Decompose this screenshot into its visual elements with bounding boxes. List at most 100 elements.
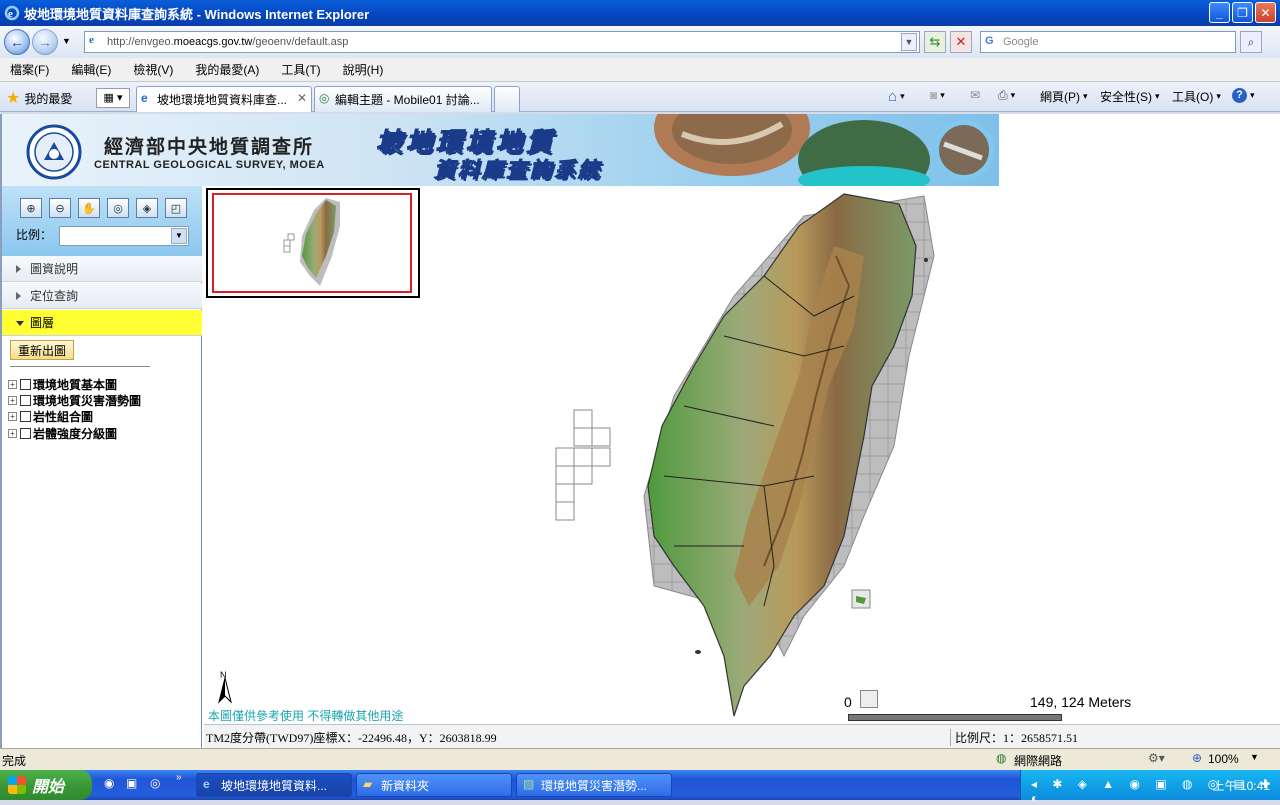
panel-locate[interactable]: 定位查詢	[2, 283, 202, 309]
menu-help[interactable]: 說明(H)	[343, 61, 384, 78]
history-dropdown-icon[interactable]: ▼	[62, 36, 71, 46]
agency-seal-icon	[26, 124, 82, 180]
help-button[interactable]: ? ▾	[1232, 88, 1255, 103]
panel-label: 圖資說明	[30, 262, 79, 276]
tab-label: 坡地環境地質資料庫查...	[157, 93, 288, 107]
menu-file[interactable]: 檔案(F)	[10, 61, 49, 78]
agency-name-en: CENTRAL GEOLOGICAL SURVEY, MOEA	[94, 159, 325, 171]
close-window-button[interactable]: ✕	[1255, 2, 1276, 23]
restore-button[interactable]: ❐	[1232, 2, 1253, 23]
start-button[interactable]: 開始	[0, 770, 92, 800]
tab-envgeo[interactable]: e 坡地環境地質資料庫查... ✕	[136, 86, 312, 112]
image-viewer-icon: ▨	[523, 777, 535, 791]
search-box[interactable]: G Google	[980, 31, 1236, 53]
home-button[interactable]: ⌂ ▾	[888, 88, 905, 105]
layer-item[interactable]: + 環境地質災害潛勢圖	[8, 392, 141, 408]
scale-readout: 比例尺：1：2658571.51	[950, 729, 1078, 746]
pan-button[interactable]: ✋	[78, 198, 100, 218]
quicklaunch-save-icon[interactable]: ▣	[126, 776, 137, 790]
protected-mode-icon[interactable]: ⚙▾	[1148, 751, 1165, 765]
expand-icon[interactable]: +	[8, 411, 17, 421]
tab-close-icon[interactable]: ✕	[297, 91, 307, 105]
menu-bar: 檔案(F) 編輯(E) 檢視(V) 我的最愛(A) 工具(T) 說明(H)	[0, 58, 1280, 82]
redraw-button[interactable]: 重新出圖	[10, 340, 74, 360]
quick-tabs-button[interactable]: ▦ ▾	[96, 88, 130, 108]
menu-edit[interactable]: 編輯(E)	[71, 61, 111, 78]
refresh-button[interactable]: ⇆	[924, 31, 946, 53]
expand-icon[interactable]: +	[8, 379, 17, 389]
browser-status-bar: 完成 ◍ 網際網路 ⚙▾ ⊕ 100% ▼	[0, 748, 1280, 770]
new-tab-button[interactable]	[494, 86, 520, 112]
clear-button[interactable]: ◰	[165, 198, 187, 218]
expand-icon[interactable]: +	[8, 395, 17, 405]
window-title-bar: e 坡地環境地質資料庫查詢系統 - Windows Internet Explo…	[0, 0, 1280, 26]
forward-button[interactable]: →	[32, 29, 58, 55]
quicklaunch-expand-icon[interactable]: »	[176, 772, 182, 783]
scale-select[interactable]: ▼	[59, 226, 189, 246]
address-bar[interactable]: e http://envgeo. moeacgs.gov.tw/geoenv/de…	[84, 31, 920, 53]
address-dropdown-icon[interactable]: ▼	[901, 33, 917, 51]
menu-tools[interactable]: 工具(T)	[281, 61, 320, 78]
layer-checkbox[interactable]	[20, 410, 31, 422]
coordinate-readout: TM2度分帶(TWD97)座標X：-22496.48，Y：2603818.99	[206, 731, 497, 745]
quicklaunch-media-icon[interactable]: ◎	[150, 776, 160, 790]
stop-button[interactable]: ✕	[950, 31, 972, 53]
layer-checkbox[interactable]	[20, 378, 31, 390]
menu-favorites[interactable]: 我的最愛(A)	[195, 61, 259, 78]
forward-arrow-icon: →	[38, 34, 52, 50]
system-title-line2: 資料庫查詢系統	[434, 159, 602, 183]
favorites-button[interactable]: ★ 我的最愛	[6, 88, 72, 108]
quicklaunch-ie-icon[interactable]: ◉	[104, 776, 114, 790]
safety-menu-label: 安全性(S)	[1100, 90, 1152, 104]
home-icon: ⌂	[888, 88, 898, 105]
taskbar: 開始 ◉ ▣ ◎ » e 坡地環境地質資料... ▰ 新資料夾 ▨ 環境地質災害潛勢.…	[0, 770, 1280, 805]
layer-item[interactable]: + 岩性組合圖	[8, 408, 93, 424]
safety-menu[interactable]: 安全性(S) ▾	[1100, 88, 1160, 105]
chevron-right-icon	[16, 265, 21, 273]
layer-checkbox[interactable]	[20, 394, 31, 406]
layer-checkbox[interactable]	[20, 427, 31, 439]
tools-menu[interactable]: 工具(O) ▾	[1172, 88, 1221, 105]
search-icon: ⌕	[1247, 35, 1255, 49]
zoom-in-button[interactable]: ⊕	[20, 198, 42, 218]
back-button[interactable]: ←	[4, 29, 30, 55]
zoom-dropdown-icon[interactable]: ▼	[1250, 752, 1259, 762]
layer-item[interactable]: + 岩體強度分級圖	[8, 425, 117, 441]
zoom-out-button[interactable]: ⊖	[49, 198, 71, 218]
taskbar-item-ie[interactable]: e 坡地環境地質資料...	[196, 773, 352, 797]
search-button[interactable]: ⌕	[1240, 31, 1262, 53]
divider	[10, 366, 150, 367]
map-view[interactable]: N 本圖僅供參考使用 不得轉做其他用途 0 149, 124 Meters	[204, 186, 1280, 724]
taskbar-item-folder[interactable]: ▰ 新資料夾	[356, 773, 512, 797]
taskbar-item-image[interactable]: ▨ 環境地質災害潛勢...	[516, 773, 672, 797]
layer-item[interactable]: + 環境地質基本圖	[8, 376, 117, 392]
feeds-button[interactable]: ◙ ▾	[930, 88, 945, 102]
page-menu-label: 網頁(P)	[1040, 90, 1080, 104]
minimize-button[interactable]: _	[1209, 2, 1230, 23]
folder-icon: ▰	[363, 777, 373, 791]
overview-map[interactable]	[206, 188, 420, 298]
scalebar-zero: 0	[844, 694, 852, 710]
rss-icon: ◙	[930, 88, 938, 102]
help-icon: ?	[1232, 88, 1247, 103]
expand-icon[interactable]: +	[8, 428, 17, 438]
mail-button[interactable]: ✉	[970, 88, 980, 102]
load-status: 完成	[2, 754, 27, 768]
menu-view[interactable]: 檢視(V)	[133, 61, 173, 78]
panel-map-info[interactable]: 圖資說明	[2, 256, 202, 282]
agency-name-cn: 經濟部中央地質調查所	[104, 137, 315, 158]
full-extent-button[interactable]: ◎	[107, 198, 129, 218]
tab-mobile01[interactable]: ◎ 編輯主題 - Mobile01 討論...	[314, 86, 492, 112]
panel-layers[interactable]: 圖層	[2, 310, 202, 336]
print-icon: ⎙	[998, 88, 1008, 102]
refresh-icon: ⇆	[929, 34, 941, 49]
page-menu[interactable]: 網頁(P) ▾	[1040, 88, 1088, 105]
previous-extent-button[interactable]: ◈	[136, 198, 158, 218]
tray-icons[interactable]: ◂ ✱ ◈ ▲ ◉ ▣ ◍ ◎ ▤ ✚ ◐	[1031, 777, 1280, 805]
page-content: 經濟部中央地質調查所 CENTRAL GEOLOGICAL SURVEY, MO…	[0, 114, 1280, 748]
security-zone: 網際網路	[1014, 754, 1063, 768]
layer-label: 環境地質災害潛勢圖	[33, 393, 142, 408]
zoom-level[interactable]: 100%	[1208, 752, 1239, 766]
print-button[interactable]: ⎙ ▾	[998, 88, 1015, 103]
banner-photos	[654, 114, 994, 186]
